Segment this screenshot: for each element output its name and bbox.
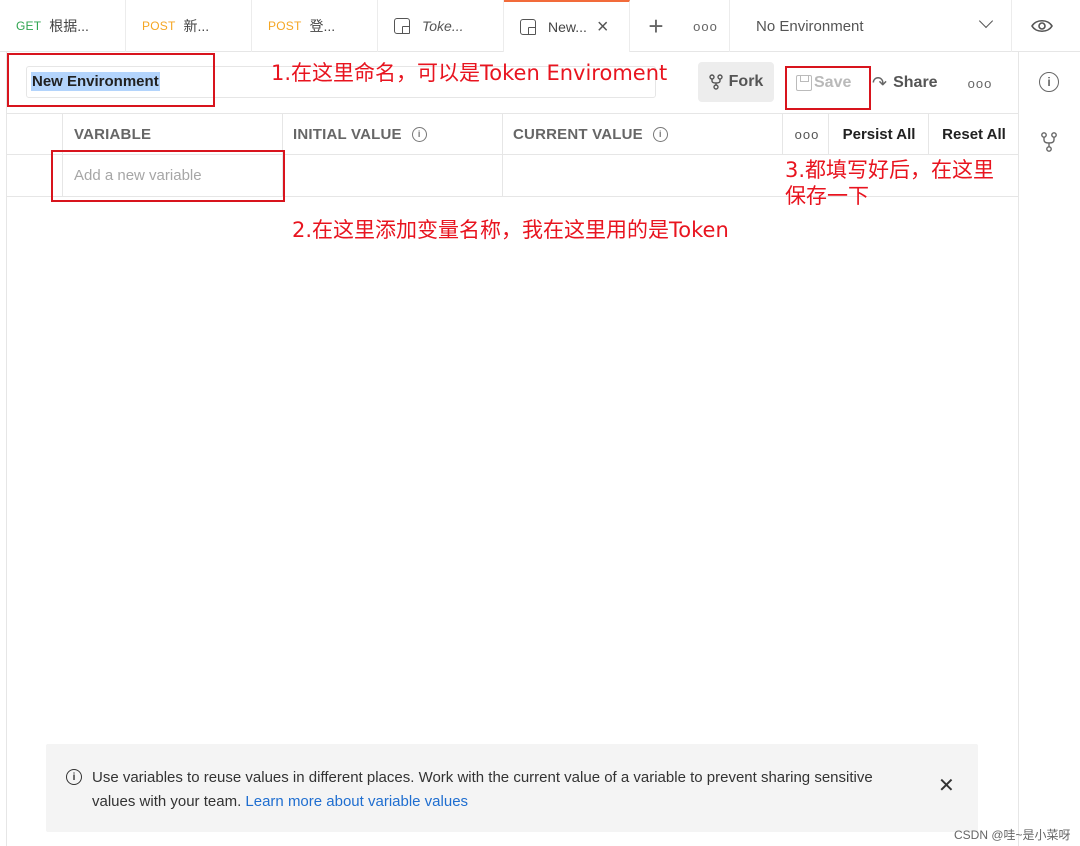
- environment-select-label: No Environment: [756, 17, 864, 35]
- notice-text: Use variables to reuse values in differe…: [92, 766, 912, 814]
- close-icon[interactable]: ✕: [938, 776, 955, 796]
- tab-label: 新...: [183, 18, 210, 34]
- info-icon: i: [66, 769, 82, 785]
- info-notice: i Use variables to reuse values in diffe…: [46, 744, 978, 832]
- annotation-note-2: 2.在这里添加变量名称，我在这里用的是Token: [292, 218, 729, 242]
- share-button[interactable]: ↷ Share: [872, 66, 952, 100]
- column-header-label: VARIABLE: [74, 125, 152, 143]
- variables-table-header: VARIABLE INITIAL VALUE i CURRENT VALUE i…: [6, 113, 1018, 155]
- divider: [782, 114, 783, 154]
- annotation-note-3-line-2: 保存一下: [785, 184, 869, 208]
- annotation-box-save: [785, 66, 871, 110]
- divider: [502, 114, 503, 154]
- info-icon[interactable]: i: [652, 126, 668, 142]
- share-icon: ↷: [872, 72, 888, 93]
- tab-method: GET: [16, 19, 42, 33]
- annotation-box-name: [7, 53, 215, 107]
- learn-more-link[interactable]: Learn more about variable values: [245, 793, 468, 810]
- share-label: Share: [893, 74, 938, 91]
- divider: [282, 114, 283, 154]
- tab-method: POST: [142, 19, 176, 33]
- right-side-panel: i: [1018, 52, 1080, 846]
- table-more-button[interactable]: ooo: [784, 114, 830, 154]
- annotation-note-3-line-1: 3.都填写好后，在这里: [785, 158, 995, 182]
- close-icon[interactable]: ×: [597, 17, 609, 37]
- watermark: CSDN @哇~是小菜呀: [954, 828, 1071, 842]
- fork-icon: [708, 74, 723, 90]
- more-options-button[interactable]: ooo: [962, 72, 998, 94]
- divider: [502, 155, 503, 196]
- persist-all-button[interactable]: Persist All: [830, 114, 928, 154]
- reset-all-button[interactable]: Reset All: [930, 114, 1018, 154]
- tab-bar: GET 根据... POST 新... POST 登... Toke... Ne…: [0, 0, 1080, 52]
- new-tab-button[interactable]: +: [630, 0, 682, 52]
- tab-label: New...: [548, 19, 587, 35]
- environment-select[interactable]: No Environment: [730, 0, 1012, 52]
- tab-get-request[interactable]: GET 根据...: [0, 0, 126, 52]
- tab-label: 登...: [309, 18, 336, 34]
- eye-icon[interactable]: [1012, 0, 1072, 52]
- tab-method: POST: [268, 19, 302, 33]
- environment-icon: [394, 18, 410, 34]
- annotation-box-variable: [51, 150, 285, 202]
- tab-post-request-1[interactable]: POST 新...: [126, 0, 252, 52]
- tab-token-environment[interactable]: Toke...: [378, 0, 504, 52]
- tab-new-environment[interactable]: New... ×: [504, 0, 630, 52]
- fork-icon[interactable]: [1041, 132, 1057, 152]
- column-header-variable: VARIABLE: [74, 114, 151, 154]
- divider: [62, 114, 63, 154]
- chevron-down-icon: [978, 13, 994, 29]
- environment-icon: [520, 19, 536, 35]
- column-header-label: CURRENT VALUE: [513, 125, 643, 143]
- fork-label: Fork: [728, 73, 764, 90]
- divider: [928, 114, 929, 154]
- tab-label: 根据...: [49, 18, 89, 34]
- column-header-current-value: CURRENT VALUE i: [513, 114, 668, 154]
- notice-body: Use variables to reuse values in differe…: [92, 769, 873, 810]
- annotation-note-1: 1.在这里命名，可以是Token Enviroment: [271, 61, 668, 85]
- tab-post-request-2[interactable]: POST 登...: [252, 0, 378, 52]
- tabs-more-button[interactable]: ooo: [682, 0, 730, 52]
- info-icon[interactable]: i: [411, 126, 427, 142]
- column-header-label: INITIAL VALUE: [293, 125, 402, 143]
- fork-button[interactable]: Fork: [698, 62, 774, 102]
- info-icon[interactable]: i: [1039, 72, 1059, 92]
- tab-label: Toke...: [422, 18, 464, 34]
- column-header-initial-value: INITIAL VALUE i: [293, 114, 427, 154]
